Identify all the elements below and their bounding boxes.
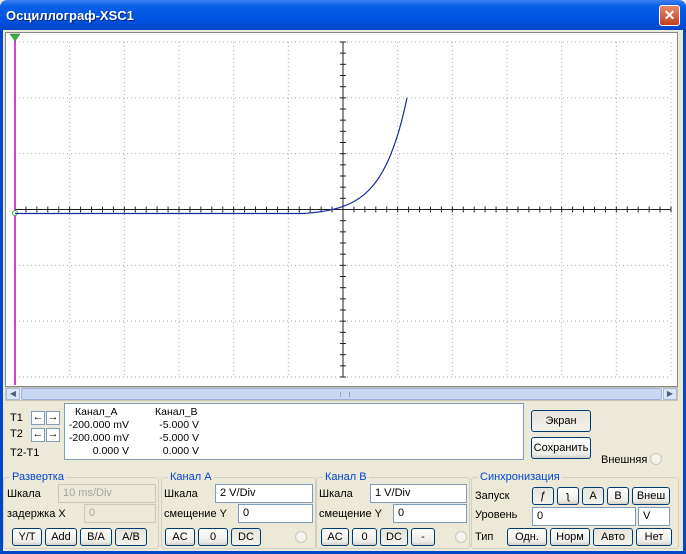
t1-right-arrow-button[interactable]: →	[46, 411, 60, 425]
trigger-triangle-icon	[9, 33, 21, 42]
trigger-title: Синхронизация	[478, 471, 562, 483]
timebase-delay-field[interactable]: 0	[84, 504, 156, 523]
trigger-level-label: Уровень	[475, 509, 518, 521]
timebase-delay-label: задержка X	[7, 508, 66, 520]
t2-left-arrow-button[interactable]: ←	[31, 428, 45, 442]
channel-a-scale-label: Шкала	[164, 488, 198, 500]
readout-t1-a: -200.000 mV	[68, 419, 129, 431]
channel-b-radio[interactable]	[455, 531, 467, 543]
readout-header-a: Канал_A	[75, 406, 118, 418]
channel-b-dc-button[interactable]: DC	[380, 528, 408, 546]
title-bar: Осциллограф-XSC1 ✕	[0, 0, 686, 30]
channel-a-offset-field[interactable]: 0	[238, 504, 313, 523]
channel-b-offset-field[interactable]: 0	[393, 504, 467, 523]
external-label: Внешняя	[601, 454, 648, 466]
mode-add-button[interactable]: Add	[45, 528, 77, 546]
timebase-scale-field[interactable]: 10 ms/Div	[58, 484, 156, 503]
timebase-title: Развертка	[10, 471, 66, 483]
trigger-falling-edge-button[interactable]: ʅ	[557, 487, 579, 505]
scroll-right-arrow-icon[interactable]: ▶	[663, 388, 677, 400]
oscilloscope-screen[interactable]	[5, 32, 678, 387]
t2-label: T2	[10, 428, 23, 440]
channel-a-title: Канал A	[168, 471, 214, 483]
t1-left-arrow-button[interactable]: ←	[31, 411, 45, 425]
channel-b-offset-label: смещение Y	[319, 508, 382, 520]
channel-b-ac-button[interactable]: AC	[321, 528, 349, 546]
waveform-display	[9, 33, 672, 385]
horizontal-scrollbar[interactable]: ◀ ▶	[5, 387, 678, 401]
readout-header-b: Канал_B	[155, 406, 198, 418]
channel-b-invert-button[interactable]: -	[411, 528, 435, 546]
t2-right-arrow-button[interactable]: →	[46, 428, 60, 442]
scroll-thumb[interactable]	[21, 388, 662, 400]
trigger-single-button[interactable]: Одн.	[507, 528, 547, 546]
t1-label: T1	[10, 412, 23, 424]
channel-a-ac-button[interactable]: AC	[165, 528, 195, 546]
trigger-normal-button[interactable]: Норм	[550, 528, 590, 546]
channel-b-scale-label: Шкала	[319, 488, 353, 500]
mode-yt-button[interactable]: Y/T	[12, 528, 42, 546]
screen-button[interactable]: Экран	[531, 410, 591, 432]
mode-ab-button[interactable]: A/B	[115, 528, 147, 546]
channel-a-zero-button[interactable]: 0	[198, 528, 228, 546]
trigger-source-a-button[interactable]: A	[582, 487, 604, 505]
cursor-readout: Канал_A Канал_B -200.000 mV -5.000 V -20…	[64, 403, 524, 460]
readout-t2-a: -200.000 mV	[68, 432, 129, 444]
readout-diff-b: 0.000 V	[162, 445, 199, 457]
readout-t2-b: -5.000 V	[159, 432, 199, 444]
channel-a-offset-label: смещение Y	[164, 508, 227, 520]
close-button[interactable]: ✕	[659, 5, 680, 26]
channel-a-dc-button[interactable]: DC	[231, 528, 261, 546]
trigger-level-unit: V	[638, 507, 670, 526]
save-button[interactable]: Сохранить	[531, 437, 591, 459]
trigger-edge-label: Запуск	[475, 490, 510, 502]
trigger-source-ext-button[interactable]: Внеш	[632, 487, 670, 505]
channel-a-trace	[15, 97, 408, 215]
mode-ba-button[interactable]: B/A	[80, 528, 112, 546]
scroll-left-arrow-icon[interactable]: ◀	[6, 388, 20, 400]
window-title: Осциллограф-XSC1	[6, 8, 134, 23]
external-radio[interactable]	[650, 453, 662, 465]
channel-b-scale-field[interactable]: 1 V/Div	[370, 484, 467, 503]
trigger-type-label: Тип	[475, 531, 494, 543]
channel-b-title: Канал B	[323, 471, 369, 483]
trigger-source-b-button[interactable]: B	[607, 487, 629, 505]
t2-t1-label: T2-T1	[10, 447, 40, 459]
channel-b-zero-button[interactable]: 0	[352, 528, 377, 546]
timebase-scale-label: Шкала	[7, 488, 41, 500]
trigger-none-button[interactable]: Нет	[636, 528, 672, 546]
grid	[14, 41, 672, 378]
trigger-rising-edge-button[interactable]: ƒ	[532, 487, 554, 505]
readout-t1-b: -5.000 V	[159, 419, 199, 431]
channel-a-radio[interactable]	[295, 531, 307, 543]
trigger-level-field[interactable]: 0	[532, 507, 636, 526]
channel-a-scale-field[interactable]: 2 V/Div	[215, 484, 313, 503]
readout-diff-a: 0.000 V	[92, 445, 129, 457]
trigger-auto-button[interactable]: Авто	[593, 528, 633, 546]
